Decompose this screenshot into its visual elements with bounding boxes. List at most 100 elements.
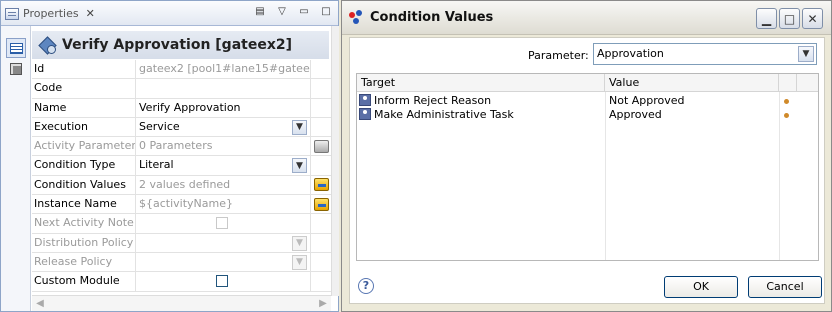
close-icon[interactable]: ✕ <box>86 7 95 20</box>
minimize-button[interactable]: ▁ <box>756 8 777 29</box>
maximize-icon[interactable]: □ <box>320 6 332 18</box>
scroll-right-icon[interactable]: ▶ <box>316 297 330 310</box>
property-label: Instance Name <box>32 195 136 214</box>
condition-type-select[interactable]: Literal ▼ <box>137 156 311 175</box>
view-menu-icon[interactable]: ▽ <box>276 6 288 18</box>
property-label: Release Policy <box>32 252 136 272</box>
table-row[interactable]: Inform Reject Reason Not Approved <box>357 94 818 108</box>
column-header-extra <box>779 74 797 92</box>
vertical-scrollbar[interactable] <box>331 26 339 296</box>
property-label: Custom Module <box>32 272 136 291</box>
property-row-activity-parameters: Activity Parameters 0 Parameters <box>32 137 331 157</box>
execution-select-value: Service <box>139 119 180 133</box>
edit-condition-values-button[interactable] <box>312 176 331 194</box>
parameter-select[interactable]: Approvation ▼ <box>593 43 817 65</box>
chevron-down-icon[interactable]: ▼ <box>292 119 307 135</box>
property-value: 2 values defined <box>137 175 311 195</box>
row-value[interactable]: Approved <box>609 108 777 122</box>
property-row-distribution-policy: Distribution Policy ▼ <box>32 233 331 253</box>
table-view-button[interactable] <box>6 38 26 58</box>
edit-parameters-button <box>312 137 331 155</box>
view-tab-bar: Properties ✕ ▤ ▽ ▭ □ <box>1 1 338 26</box>
next-activity-note-checkbox <box>216 217 228 230</box>
distribution-policy-select: ▼ <box>137 233 311 252</box>
property-label: Condition Values <box>32 175 136 195</box>
maximize-button[interactable]: □ <box>779 8 800 29</box>
property-label: Name <box>32 98 136 117</box>
property-row-code[interactable]: Code <box>32 79 331 99</box>
horizontal-scrollbar[interactable]: ◀ ▶ <box>32 295 331 311</box>
app-logo-icon <box>349 10 364 25</box>
properties-view: Properties ✕ ▤ ▽ ▭ □ Verify Approvation … <box>0 0 339 312</box>
property-label: Activity Parameters <box>32 137 136 156</box>
dialog-body: Parameter: Approvation ▼ Target Value In… <box>349 37 825 304</box>
tab-properties-label: Properties <box>23 7 79 20</box>
participant-icon <box>359 94 371 106</box>
pin-icon[interactable]: ▤ <box>254 6 266 18</box>
cancel-button[interactable]: Cancel <box>748 276 822 298</box>
advanced-icon <box>10 63 22 75</box>
property-label: Next Activity Note <box>32 214 136 233</box>
help-icon[interactable]: ? <box>358 278 374 294</box>
release-policy-select: ▼ <box>137 252 311 272</box>
chevron-down-icon[interactable]: ▼ <box>798 46 814 62</box>
properties-title: Verify Approvation [gateex2] <box>62 37 293 53</box>
chevron-down-icon[interactable]: ▼ <box>292 158 307 174</box>
property-label: Execution <box>32 117 136 137</box>
property-row-custom-module[interactable]: Custom Module <box>32 272 331 292</box>
property-value[interactable]: gateex2 [pool1#lane15#gateex2] <box>137 60 311 79</box>
window-controls: ▁ □ ✕ <box>756 8 823 29</box>
property-row-condition-type[interactable]: Condition Type Literal ▼ <box>32 156 331 176</box>
value-marker-icon <box>784 98 789 104</box>
property-label: Distribution Policy <box>32 233 136 252</box>
edit-instance-name-button[interactable] <box>312 195 331 213</box>
property-label: Id <box>32 60 136 79</box>
minimize-icon[interactable]: ▭ <box>298 6 310 18</box>
value-marker-icon <box>784 112 789 118</box>
condition-type-select-value: Literal <box>139 158 174 172</box>
table-header: Target Value <box>357 74 818 92</box>
properties-heading: Verify Approvation [gateex2] <box>32 31 329 59</box>
property-value[interactable]: ${activityName} <box>137 195 311 214</box>
view-toolbar: ▤ ▽ ▭ □ <box>254 6 332 18</box>
execution-select[interactable]: Service ▼ <box>137 117 311 137</box>
property-value[interactable]: Verify Approvation <box>137 98 311 117</box>
row-target: Make Administrative Task <box>374 108 514 121</box>
column-header-target[interactable]: Target <box>357 74 605 92</box>
property-row-condition-values[interactable]: Condition Values 2 values defined <box>32 175 331 196</box>
property-value <box>137 214 311 233</box>
column-header-value[interactable]: Value <box>605 74 779 92</box>
properties-sidebar <box>1 26 31 311</box>
table-row[interactable]: Make Administrative Task Approved <box>357 108 818 122</box>
property-label: Code <box>32 79 136 98</box>
close-button[interactable]: ✕ <box>802 8 823 29</box>
property-row-release-policy: Release Policy ▼ <box>32 252 331 273</box>
ok-button[interactable]: OK <box>664 276 738 298</box>
property-row-execution[interactable]: Execution Service ▼ <box>32 117 331 138</box>
parameter-select-value: Approvation <box>597 47 664 60</box>
scroll-left-icon[interactable]: ◀ <box>33 297 47 310</box>
property-value <box>137 272 311 291</box>
property-value[interactable] <box>137 79 311 98</box>
row-value[interactable]: Not Approved <box>609 94 777 108</box>
edit-icon <box>314 197 329 211</box>
condition-values-table: Target Value Inform Reject Reason Not Ap… <box>356 73 819 261</box>
participant-icon <box>359 108 371 120</box>
properties-table: Id gateex2 [pool1#lane15#gateex2] Code N… <box>32 60 331 292</box>
condition-values-dialog: Condition Values ▁ □ ✕ Parameter: Approv… <box>341 0 832 312</box>
parameter-label: Parameter: <box>528 49 589 62</box>
property-row-instance-name[interactable]: Instance Name ${activityName} <box>32 195 331 215</box>
property-row-next-activity-note: Next Activity Note <box>32 214 331 234</box>
advanced-view-button[interactable] <box>6 59 26 79</box>
chevron-down-icon: ▼ <box>292 235 307 251</box>
dialog-title-bar[interactable]: Condition Values ▁ □ ✕ <box>342 1 831 35</box>
dialog-title: Condition Values <box>370 10 494 25</box>
property-row-id[interactable]: Id gateex2 [pool1#lane15#gateex2] <box>32 60 331 80</box>
tab-properties[interactable]: Properties ✕ <box>1 1 101 26</box>
edit-icon <box>314 139 329 153</box>
custom-module-checkbox[interactable] <box>216 275 228 288</box>
property-row-name[interactable]: Name Verify Approvation <box>32 98 331 118</box>
property-label: Condition Type <box>32 156 136 175</box>
chevron-down-icon: ▼ <box>292 254 307 270</box>
edit-icon <box>314 178 329 192</box>
